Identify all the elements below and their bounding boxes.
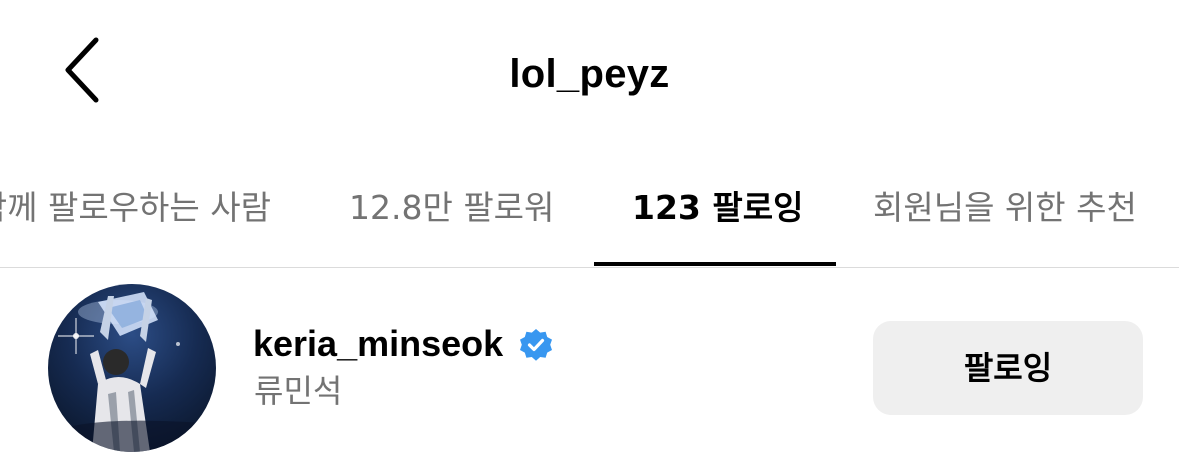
avatar-photo — [48, 292, 216, 452]
tab-mutual-followers[interactable]: 함께 팔로우하는 사람 — [0, 180, 271, 236]
page-title: lol_peyz — [509, 52, 670, 96]
tab-suggested[interactable]: 회원님을 위한 추천 — [873, 180, 1137, 236]
username[interactable]: keria_minseok — [253, 320, 503, 368]
full-name: 류민석 — [254, 372, 343, 410]
header-bar: lol_peyz — [0, 0, 1179, 150]
follow-tabs: 함께 팔로우하는 사람 12.8만 팔로워 123 팔로잉 회원님을 위한 추천 — [0, 150, 1179, 268]
following-button[interactable]: 팔로잉 — [873, 321, 1143, 415]
list-item: keria_minseok 류민석 팔로잉 — [0, 268, 1179, 469]
tab-following[interactable]: 123 팔로잉 — [632, 180, 803, 236]
active-tab-indicator — [594, 262, 836, 266]
verified-badge-icon — [518, 327, 554, 363]
avatar[interactable] — [48, 284, 216, 452]
tab-followers[interactable]: 12.8만 팔로워 — [349, 180, 554, 236]
